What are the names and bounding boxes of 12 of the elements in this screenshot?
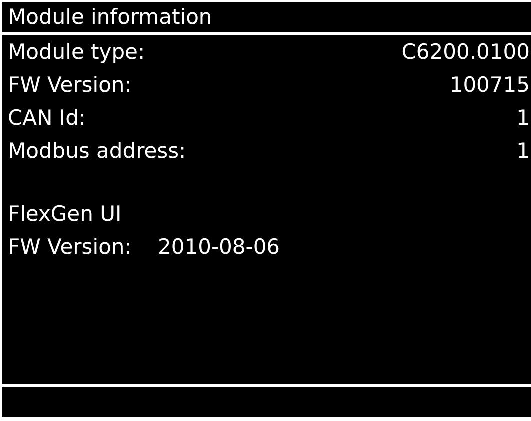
- field-value: 100715: [450, 72, 530, 99]
- field-label: Module type:: [8, 39, 146, 66]
- field-label: FW Version:: [8, 72, 132, 99]
- field-value: 2010-08-06: [158, 234, 280, 261]
- field-value: C6200.0100: [402, 39, 530, 66]
- field-label: FW Version:: [8, 234, 133, 261]
- screen-title: Module information: [8, 4, 214, 31]
- field-label: Modbus address:: [8, 138, 186, 165]
- section-title: FlexGen UI: [8, 201, 123, 228]
- field-label: CAN Id:: [8, 105, 86, 132]
- field-value: 1: [516, 138, 530, 165]
- field-value: 1: [516, 105, 530, 132]
